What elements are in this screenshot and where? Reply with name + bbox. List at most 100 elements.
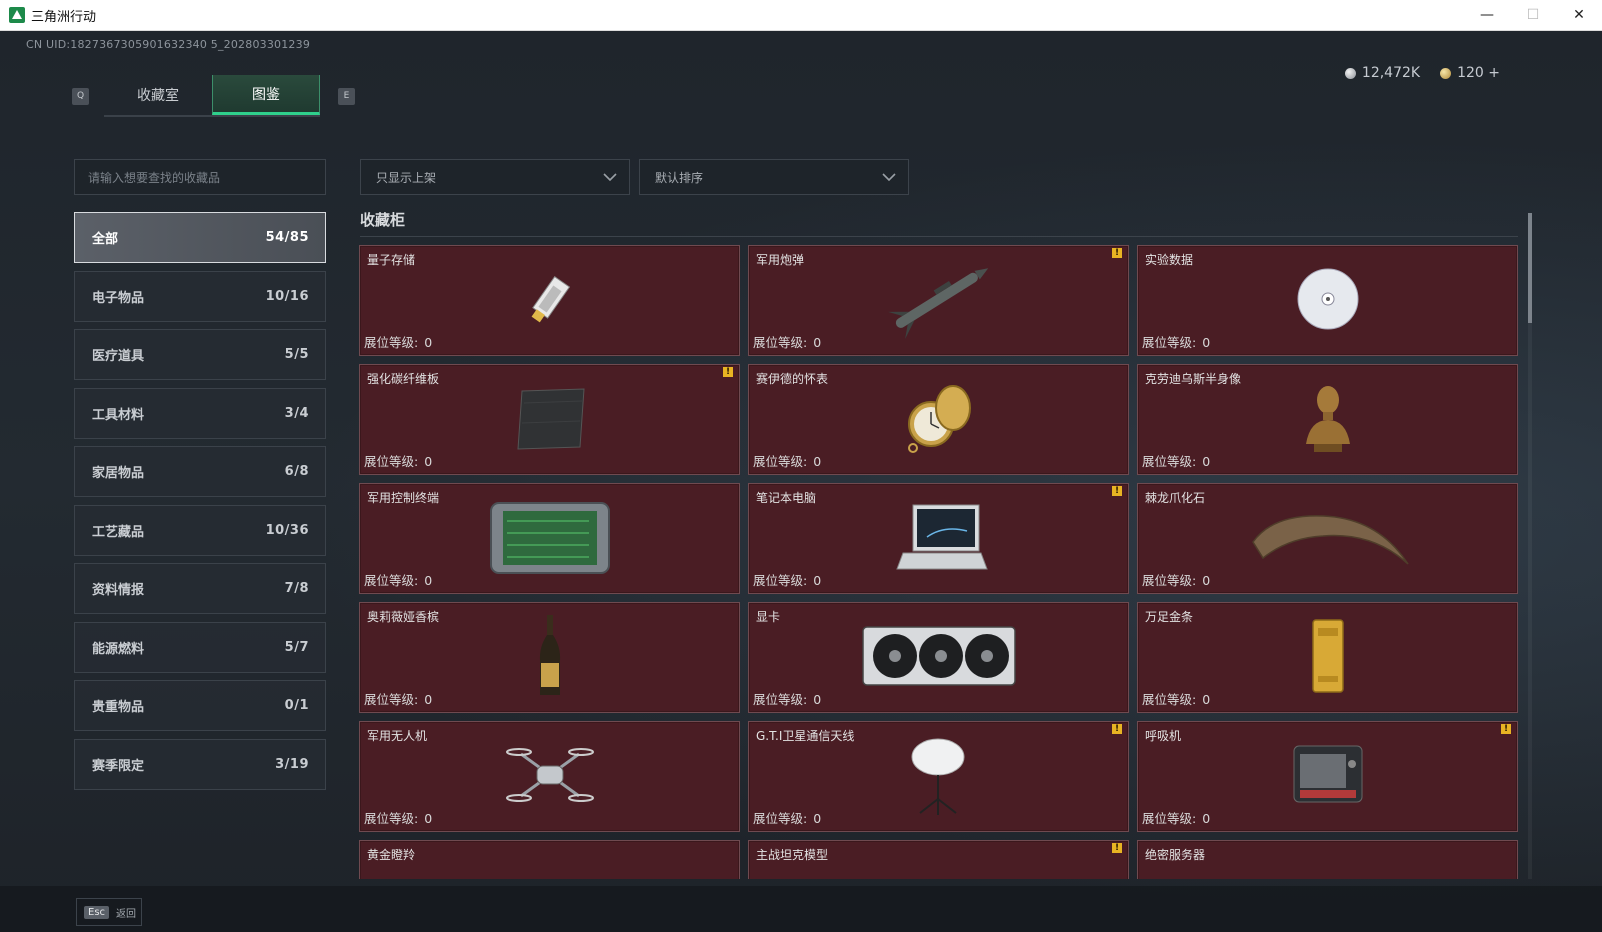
- collection-card[interactable]: 实验数据 展位等级: 0: [1137, 245, 1518, 356]
- sort-dropdown[interactable]: 默认排序: [639, 159, 909, 195]
- back-button[interactable]: Esc 返回: [76, 898, 142, 926]
- level-label: 展位等级:: [364, 811, 419, 826]
- collection-card[interactable]: 强化碳纤维板 展位等级: 0!: [359, 364, 740, 475]
- category-label: 资料情报: [92, 583, 145, 598]
- item-name: 绝密服务器: [1145, 848, 1206, 862]
- category-item[interactable]: 电子物品 10/16: [74, 270, 326, 322]
- search-input[interactable]: 请输入想要查找的收藏品: [74, 159, 326, 195]
- level-value: 0: [813, 692, 822, 707]
- laptop-icon: [889, 497, 989, 581]
- level-label: 展位等级:: [753, 454, 808, 469]
- item-name: 黄金瞪羚: [367, 848, 416, 862]
- collection-card[interactable]: G.T.I卫星通信天线 展位等级: 0!: [748, 721, 1129, 832]
- level-value: 0: [424, 454, 433, 469]
- level-label: 展位等级:: [753, 692, 808, 707]
- app-logo-icon: [9, 7, 25, 23]
- usb-drive-icon: [515, 264, 585, 338]
- item-level: 展位等级: 0: [364, 808, 432, 827]
- category-count: 54/85: [265, 230, 309, 245]
- section-divider: [360, 236, 1518, 237]
- champagne-icon: [535, 613, 565, 703]
- category-item[interactable]: 工具材料 3/4: [74, 387, 326, 439]
- level-label: 展位等级:: [1142, 573, 1197, 588]
- grid-scrollbar[interactable]: [1528, 213, 1532, 879]
- gold-amount[interactable]: 120 +: [1457, 65, 1500, 81]
- collection-card[interactable]: 量子存储 展位等级: 0: [359, 245, 740, 356]
- alert-badge-icon: !: [723, 367, 733, 377]
- item-name: 军用控制终端: [367, 491, 440, 505]
- item-level: 展位等级: 0: [1142, 808, 1210, 827]
- collection-card[interactable]: 军用炮弹 展位等级: 0!: [748, 245, 1129, 356]
- level-label: 展位等级:: [753, 811, 808, 826]
- level-value: 0: [1202, 811, 1211, 826]
- disc-icon: [1293, 264, 1363, 338]
- item-name: 呼吸机: [1145, 729, 1182, 743]
- item-level: 展位等级: 0: [364, 570, 432, 589]
- close-button[interactable]: ✕: [1556, 0, 1602, 31]
- graphics-card-icon: [859, 621, 1019, 695]
- scrollbar-thumb[interactable]: [1528, 213, 1532, 323]
- category-label: 工艺藏品: [92, 524, 145, 540]
- minimize-button[interactable]: —: [1464, 0, 1510, 31]
- level-value: 0: [424, 335, 433, 350]
- level-label: 展位等级:: [753, 573, 808, 588]
- section-title: 收藏柜: [360, 211, 406, 229]
- maximize-button[interactable]: ☐: [1510, 0, 1556, 31]
- esc-key-hint: Esc: [84, 905, 110, 919]
- collection-card[interactable]: 克劳迪乌斯半身像 展位等级: 0: [1137, 364, 1518, 475]
- prev-tab-key-hint[interactable]: Q: [72, 87, 89, 105]
- collection-card[interactable]: 军用无人机 展位等级: 0: [359, 721, 740, 832]
- carbon-plate-icon: [510, 383, 590, 457]
- category-item[interactable]: 家居物品 6/8: [74, 446, 326, 497]
- drone-icon: [505, 740, 595, 814]
- category-item[interactable]: 工艺藏品 10/36: [74, 504, 326, 556]
- category-item[interactable]: 能源燃料 5/7: [74, 621, 326, 673]
- ventilator-icon: [1288, 740, 1368, 814]
- tab-collection-room[interactable]: 收藏室: [104, 75, 212, 115]
- level-label: 展位等级:: [364, 573, 419, 588]
- satellite-dish-icon: [904, 733, 974, 821]
- category-item[interactable]: 贵重物品 0/1: [74, 680, 326, 731]
- window-title: 三角洲行动: [31, 9, 97, 25]
- item-level: 展位等级: 0: [753, 689, 821, 708]
- collection-card[interactable]: 黄金瞪羚展位等级:0: [359, 840, 740, 879]
- collection-card[interactable]: 万足金条 展位等级: 0: [1137, 602, 1518, 713]
- alert-badge-icon: !: [1112, 486, 1122, 496]
- collection-card[interactable]: 显卡 展位等级: 0: [748, 602, 1129, 713]
- item-name: 棘龙爪化石: [1145, 491, 1206, 505]
- category-item[interactable]: 医疗道具 5/5: [74, 329, 326, 380]
- category-item[interactable]: 资料情报 7/8: [74, 563, 326, 614]
- category-count: 3/4: [284, 405, 309, 421]
- collection-card[interactable]: 棘龙爪化石 展位等级: 0: [1137, 483, 1518, 594]
- category-item[interactable]: 全部 54/85: [74, 212, 326, 263]
- collection-card[interactable]: 主战坦克模型展位等级:0!: [748, 840, 1129, 879]
- item-icon: [919, 874, 959, 880]
- tab-codex[interactable]: 图鉴: [212, 75, 320, 115]
- collection-card[interactable]: 奥莉薇娅香槟 展位等级: 0: [359, 602, 740, 713]
- level-value: 0: [813, 573, 822, 588]
- gold-currency[interactable]: 120 +: [1440, 65, 1500, 81]
- item-level: 展位等级: 0: [364, 332, 432, 351]
- collection-card[interactable]: 绝密服务器展位等级:0: [1137, 840, 1518, 879]
- collection-card[interactable]: 笔记本电脑展位等级: 0!: [748, 483, 1129, 594]
- item-name: 笔记本电脑: [756, 491, 817, 505]
- collection-card[interactable]: 赛伊德的怀表 展位等级: 0: [748, 364, 1129, 475]
- collection-card[interactable]: 呼吸机 展位等级: 0!: [1137, 721, 1518, 832]
- collection-card[interactable]: 军用控制终端展位等级: 0: [359, 483, 740, 594]
- item-level: 展位等级: 0: [753, 808, 821, 827]
- item-level: 展位等级: 0: [1142, 332, 1210, 351]
- silver-coin-icon: [1344, 67, 1356, 79]
- item-level: 展位等级: 0: [1142, 451, 1210, 470]
- silver-currency: 12,472K: [1344, 65, 1420, 81]
- next-tab-key-hint[interactable]: E: [338, 87, 355, 105]
- claw-fossil-icon: [1243, 502, 1413, 576]
- level-label: 展位等级:: [364, 692, 419, 707]
- category-list: 全部 54/85 电子物品 10/16 医疗道具 5/5 工具材料 3/4 家居物品 6/8 工艺藏…: [74, 212, 326, 797]
- shelf-filter-dropdown[interactable]: 只显示上架: [360, 159, 630, 195]
- category-item[interactable]: 赛季限定 3/19: [74, 738, 326, 790]
- category-label: 电子物品: [92, 290, 145, 306]
- window-controls: — ☐ ✕: [1464, 0, 1602, 31]
- game-screen: CN UID:1827367305901632340 5_20280330123…: [0, 31, 1602, 932]
- category-label: 工具材料: [92, 407, 145, 423]
- collection-grid: 量子存储 展位等级: 0 军用炮弹 展位等级: 0! 实验数据 展位等级: 0 强化碳纤维板 展位等…: [359, 245, 1521, 879]
